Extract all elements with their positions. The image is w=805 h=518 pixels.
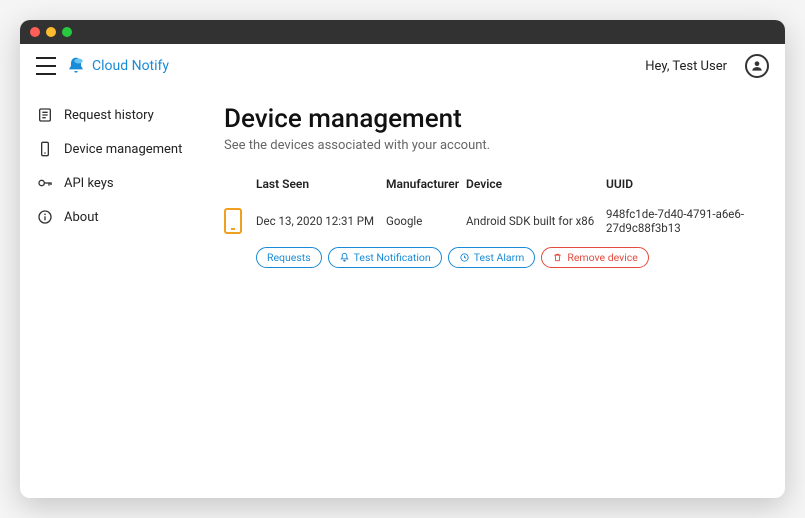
window-maximize-dot[interactable] xyxy=(62,27,72,37)
user-greeting: Hey, Test User xyxy=(645,59,727,74)
clock-icon xyxy=(459,252,470,263)
info-icon xyxy=(36,208,54,226)
col-header-last-seen: Last Seen xyxy=(256,177,386,191)
key-icon xyxy=(36,174,54,192)
person-icon xyxy=(750,59,764,73)
table-row: Dec 13, 2020 12:31 PM Google Android SDK… xyxy=(224,197,761,243)
main-content: Device management See the devices associ… xyxy=(200,88,785,498)
sidebar-item-api-keys[interactable]: API keys xyxy=(28,168,192,198)
test-alarm-button[interactable]: Test Alarm xyxy=(448,247,536,268)
cell-last-seen: Dec 13, 2020 12:31 PM xyxy=(256,214,386,228)
menu-icon[interactable] xyxy=(36,57,56,75)
test-notification-button[interactable]: Test Notification xyxy=(328,247,442,268)
list-icon xyxy=(36,106,54,124)
sidebar-item-label: Request history xyxy=(64,108,154,123)
page-subtitle: See the devices associated with your acc… xyxy=(224,138,761,153)
sidebar-item-about[interactable]: About xyxy=(28,202,192,232)
sidebar-item-label: About xyxy=(64,210,99,225)
app-logo[interactable]: Cloud Notify xyxy=(66,56,169,76)
app-window: Cloud Notify Hey, Test User Request hist… xyxy=(20,20,785,498)
cell-device: Android SDK built for x86 xyxy=(466,214,606,228)
app-name: Cloud Notify xyxy=(92,58,169,74)
phone-icon xyxy=(36,140,54,158)
sidebar-item-request-history[interactable]: Request history xyxy=(28,100,192,130)
col-header-uuid: UUID xyxy=(606,177,761,191)
remove-device-button[interactable]: Remove device xyxy=(541,247,648,268)
bell-logo-icon xyxy=(66,56,86,76)
bell-icon xyxy=(339,252,350,263)
user-avatar[interactable] xyxy=(745,54,769,78)
col-header-device: Device xyxy=(466,177,606,191)
body: Request history Device management API ke… xyxy=(20,88,785,498)
devices-table: Last Seen Manufacturer Device UUID Dec 1… xyxy=(224,171,761,268)
page-title: Device management xyxy=(224,104,761,134)
window-close-dot[interactable] xyxy=(30,27,40,37)
window-titlebar xyxy=(20,20,785,44)
requests-button[interactable]: Requests xyxy=(256,247,322,268)
cell-manufacturer: Google xyxy=(386,214,466,228)
table-header-row: Last Seen Manufacturer Device UUID xyxy=(224,171,761,197)
cell-uuid: 948fc1de-7d40-4791-a6e6-27d9c88f3b13 xyxy=(606,207,761,235)
row-actions: Requests Test Notification Test Alarm Re… xyxy=(224,247,761,268)
trash-icon xyxy=(552,252,563,263)
sidebar-item-device-management[interactable]: Device management xyxy=(28,134,192,164)
col-header-manufacturer: Manufacturer xyxy=(386,177,466,191)
sidebar-item-label: Device management xyxy=(64,142,182,157)
sidebar-item-label: API keys xyxy=(64,176,114,191)
sidebar: Request history Device management API ke… xyxy=(20,88,200,498)
device-phone-icon xyxy=(224,208,242,234)
window-minimize-dot[interactable] xyxy=(46,27,56,37)
app-bar: Cloud Notify Hey, Test User xyxy=(20,44,785,88)
